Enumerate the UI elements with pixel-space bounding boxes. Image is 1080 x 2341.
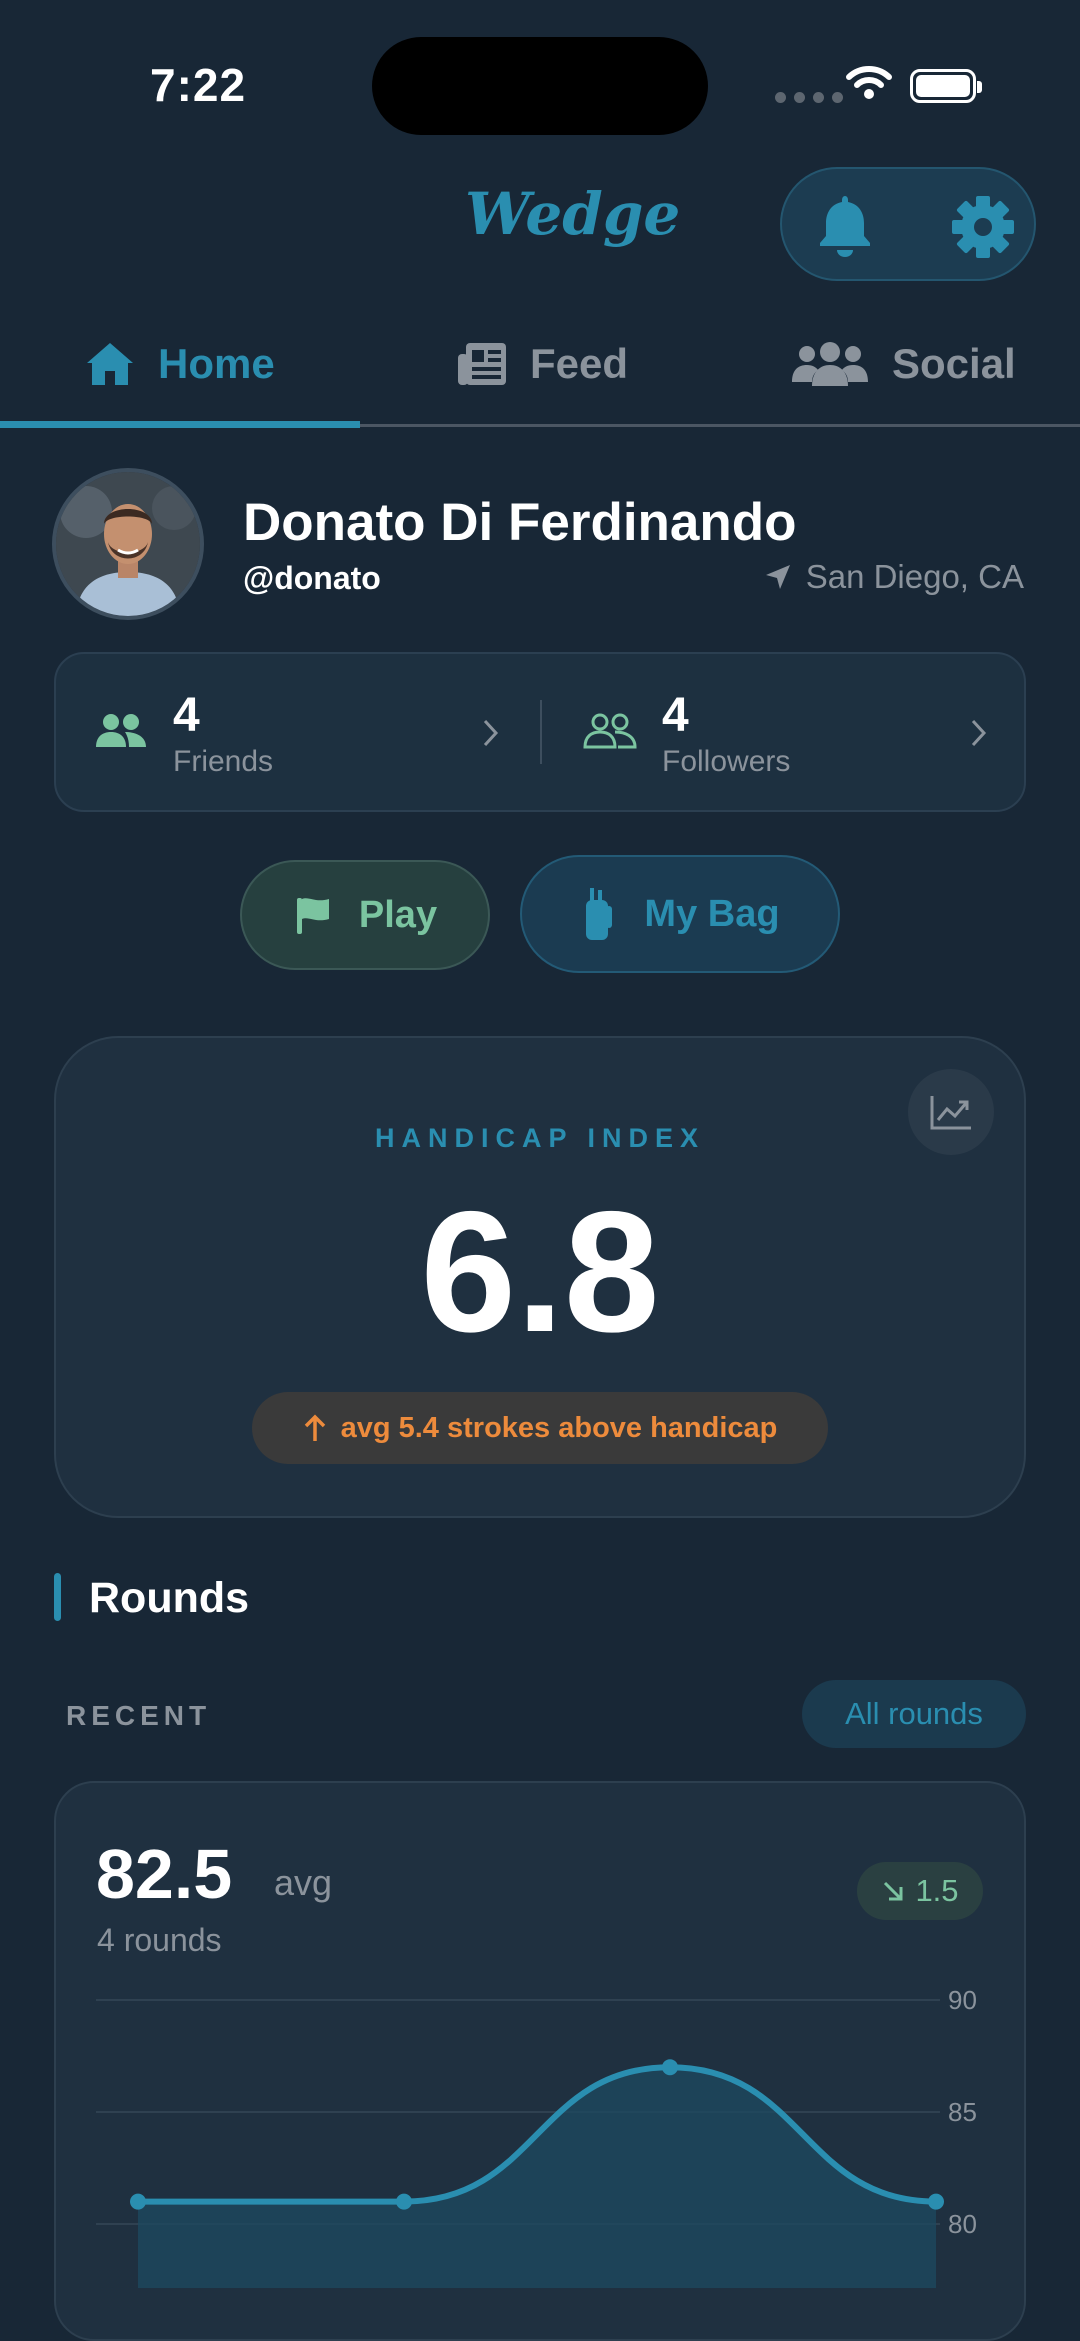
rounds-avg-value: 82.5 (96, 1835, 233, 1913)
wifi-icon (846, 64, 892, 105)
tab-social-label: Social (892, 340, 1016, 387)
dynamic-island (372, 37, 708, 135)
tab-feed[interactable]: Feed (456, 340, 628, 388)
rounds-delta-badge: 1.5 (857, 1862, 983, 1920)
stats-divider (540, 700, 542, 764)
settings-gear-icon[interactable] (950, 194, 1016, 265)
all-rounds-button[interactable]: All rounds (802, 1680, 1026, 1748)
app-logo: Wedge (465, 180, 681, 248)
friends-icon (95, 713, 147, 754)
my-bag-label: My Bag (644, 892, 780, 935)
tab-home[interactable]: Home (84, 340, 275, 388)
battery-icon (910, 69, 982, 103)
rounds-delta-value: 1.5 (915, 1873, 959, 1908)
users-icon (792, 342, 868, 386)
flag-icon (296, 898, 329, 934)
arrow-down-right-icon (884, 1881, 903, 1901)
home-icon (87, 343, 133, 385)
play-button[interactable]: Play (240, 860, 490, 970)
rounds-avg-unit: avg (274, 1862, 333, 1903)
handicap-value: 6.8 (420, 1176, 660, 1368)
friends-chevron-right-icon[interactable] (482, 718, 500, 753)
followers-count[interactable]: 4 (662, 688, 689, 743)
followers-label[interactable]: Followers (662, 745, 790, 779)
rounds-section-title: Rounds (89, 1574, 250, 1622)
location-arrow-icon (765, 565, 790, 589)
rounds-count: 4 rounds (97, 1922, 222, 1958)
tab-feed-label: Feed (530, 340, 629, 387)
tab-social[interactable]: Social (790, 340, 1016, 388)
avatar[interactable] (52, 468, 204, 620)
friends-count[interactable]: 4 (173, 688, 200, 743)
tab-home-label: Home (158, 340, 275, 387)
cellular-signal-icon (775, 92, 843, 103)
profile-location: San Diego, CA (764, 558, 1024, 596)
handicap-note: avg 5.4 strokes above handicap (340, 1411, 778, 1444)
play-label: Play (358, 893, 438, 936)
notifications-bell-icon[interactable] (815, 192, 875, 263)
location-label: San Diego, CA (805, 558, 1024, 595)
arrow-up-icon (304, 1414, 325, 1441)
golf-bag-icon (586, 888, 613, 940)
profile-name: Donato Di Ferdinando (243, 493, 797, 552)
handicap-label: HANDICAP INDEX (374, 1123, 706, 1153)
my-bag-button[interactable]: My Bag (520, 855, 840, 973)
tab-active-indicator (0, 421, 360, 428)
friends-label[interactable]: Friends (173, 745, 273, 779)
profile-handle: @donato (243, 560, 381, 596)
recent-label: RECENT (66, 1700, 212, 1731)
newspaper-icon (458, 343, 506, 385)
followers-chevron-right-icon[interactable] (970, 718, 988, 753)
handicap-note-badge: avg 5.4 strokes above handicap (252, 1392, 828, 1464)
section-accent-bar (54, 1573, 61, 1621)
status-time: 7:22 (150, 59, 247, 111)
followers-icon (583, 713, 637, 754)
